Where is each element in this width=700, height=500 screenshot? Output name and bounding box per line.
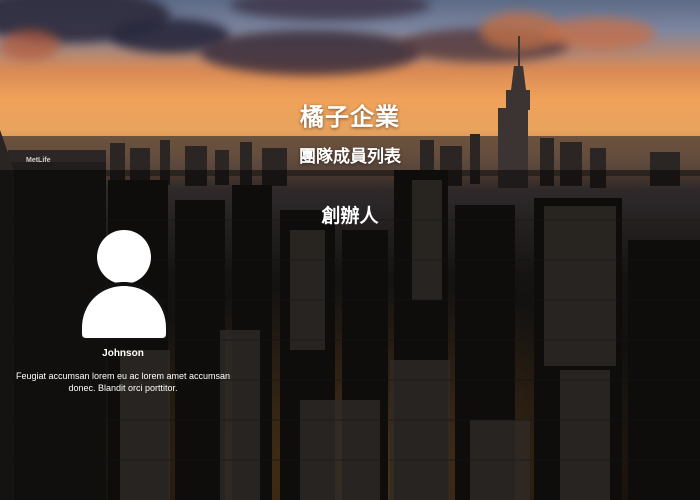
section-title: 創辦人 <box>321 205 379 227</box>
member-name: Johnson <box>102 348 144 359</box>
page-subtitle: 團隊成員列表 <box>299 147 401 167</box>
user-silhouette-icon <box>80 230 168 340</box>
member-description: Feugiat accumsan lorem eu ac lorem amet … <box>15 371 231 393</box>
company-title: 橘子企業 <box>300 103 400 131</box>
